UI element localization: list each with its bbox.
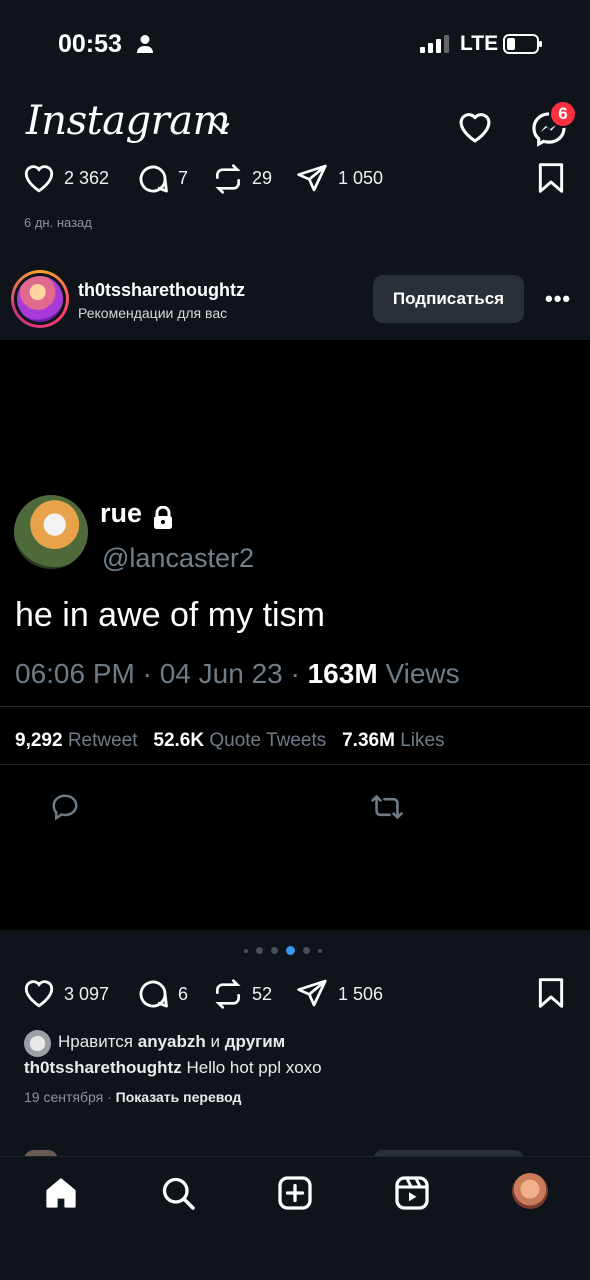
- bookmark-icon[interactable]: [536, 162, 566, 194]
- post-image[interactable]: rue @lancaster2 he in awe of my tism 06:…: [0, 340, 590, 930]
- likes-count[interactable]: 3 097: [64, 984, 109, 1005]
- liked-by-prefix: Нравится: [58, 1032, 134, 1051]
- battery-icon: [503, 34, 542, 54]
- tweet-divider: [0, 706, 590, 707]
- carousel-dot: [256, 947, 263, 954]
- carousel-dot-active: [286, 946, 295, 955]
- like-icon[interactable]: [22, 162, 56, 194]
- comments-count[interactable]: 6: [178, 984, 188, 1005]
- caption-meta: 19 сентября · Показать перевод: [24, 1089, 242, 1105]
- post-date: 19 сентября: [24, 1089, 104, 1105]
- carousel-dot: [244, 948, 248, 953]
- person-icon: [137, 35, 153, 53]
- network-type: LTE: [460, 32, 499, 55]
- notifications-heart-icon[interactable]: [456, 110, 494, 144]
- reposts-count[interactable]: 52: [252, 984, 272, 1005]
- instagram-logo[interactable]: Instagram: [26, 98, 231, 144]
- show-translation-link[interactable]: Показать перевод: [116, 1089, 242, 1105]
- tweet-reply-icon: [52, 794, 78, 821]
- tweet-avatar: [14, 495, 88, 569]
- reels-icon[interactable]: [394, 1175, 430, 1211]
- recommended-label: Рекомендации для вас: [78, 305, 228, 321]
- tweet-meta: 06:06 PM · 04 Jun 23 · 163M Views: [15, 658, 460, 690]
- tweet-divider-2: [0, 764, 590, 765]
- carousel-dot: [271, 947, 278, 954]
- tweet-retweet-icon: [371, 794, 403, 820]
- tweet-quotes-count: 52.6K: [153, 730, 205, 751]
- profile-avatar[interactable]: [512, 1173, 548, 1209]
- home-icon[interactable]: [43, 1175, 79, 1211]
- bottom-nav: [0, 1156, 590, 1280]
- shares-count[interactable]: 1 506: [338, 984, 383, 1005]
- caption-text: Hello hot ppl xoxo: [186, 1058, 322, 1077]
- messages-badge: 6: [549, 100, 577, 128]
- prev-likes-count[interactable]: 2 362: [64, 168, 109, 189]
- search-icon[interactable]: [160, 1175, 196, 1211]
- chevron-down-icon[interactable]: [212, 122, 230, 134]
- tweet-retweets-label: Retweet: [67, 730, 138, 751]
- carousel-dots: [244, 946, 322, 955]
- tweet-handle: @lancaster2: [102, 543, 254, 573]
- prev-time-ago: 6 дн. назад: [24, 215, 92, 230]
- lock-icon: [154, 506, 172, 529]
- post-avatar[interactable]: [11, 270, 69, 328]
- signal-icon: [420, 35, 449, 53]
- repost-icon[interactable]: [212, 977, 244, 1011]
- carousel-dot: [303, 947, 310, 954]
- comment-icon[interactable]: [136, 977, 170, 1011]
- tweet-retweets-count: 9,292: [15, 730, 63, 751]
- post-username[interactable]: th0tssharethoughtz: [78, 280, 245, 301]
- carousel-dot: [318, 948, 322, 953]
- tweet-likes-count: 7.36M: [342, 730, 395, 751]
- follow-button[interactable]: Подписаться: [373, 275, 524, 323]
- share-icon[interactable]: [296, 162, 328, 194]
- tweet-views-count: 163M: [307, 658, 378, 689]
- create-icon[interactable]: [277, 1175, 313, 1211]
- like-icon[interactable]: [22, 977, 56, 1009]
- tweet-name: rue: [100, 498, 143, 528]
- tweet-quotes-label: Quote Tweets: [209, 730, 327, 751]
- prev-reposts-count[interactable]: 29: [252, 168, 272, 189]
- prev-comments-count[interactable]: 7: [178, 168, 188, 189]
- tweet-time: 06:06 PM · 04 Jun 23 ·: [15, 658, 300, 689]
- liked-by-line[interactable]: Нравится anyabzh и другим: [58, 1032, 285, 1052]
- prev-shares-count[interactable]: 1 050: [338, 168, 383, 189]
- liker-avatar[interactable]: [24, 1030, 51, 1057]
- liked-by-user[interactable]: anyabzh: [138, 1032, 206, 1051]
- tweet-likes-label: Likes: [400, 730, 445, 751]
- caption[interactable]: th0tssharethoughtz Hello hot ppl xoxo: [24, 1058, 322, 1078]
- comment-icon[interactable]: [136, 162, 170, 196]
- bookmark-icon[interactable]: [536, 977, 566, 1009]
- tweet-stats: 9,292 Retweet 52.6K Quote Tweets 7.36M L…: [15, 730, 445, 752]
- status-time: 00:53: [58, 30, 122, 58]
- liked-by-conj: и: [210, 1032, 221, 1051]
- caption-username[interactable]: th0tssharethoughtz: [24, 1058, 182, 1077]
- liked-by-others[interactable]: другим: [225, 1032, 286, 1051]
- share-icon[interactable]: [296, 977, 328, 1009]
- repost-icon[interactable]: [212, 162, 244, 196]
- tweet-views-label: Views: [385, 658, 460, 689]
- more-options-icon[interactable]: •••: [545, 286, 571, 312]
- tweet-text: he in awe of my tism: [15, 596, 325, 634]
